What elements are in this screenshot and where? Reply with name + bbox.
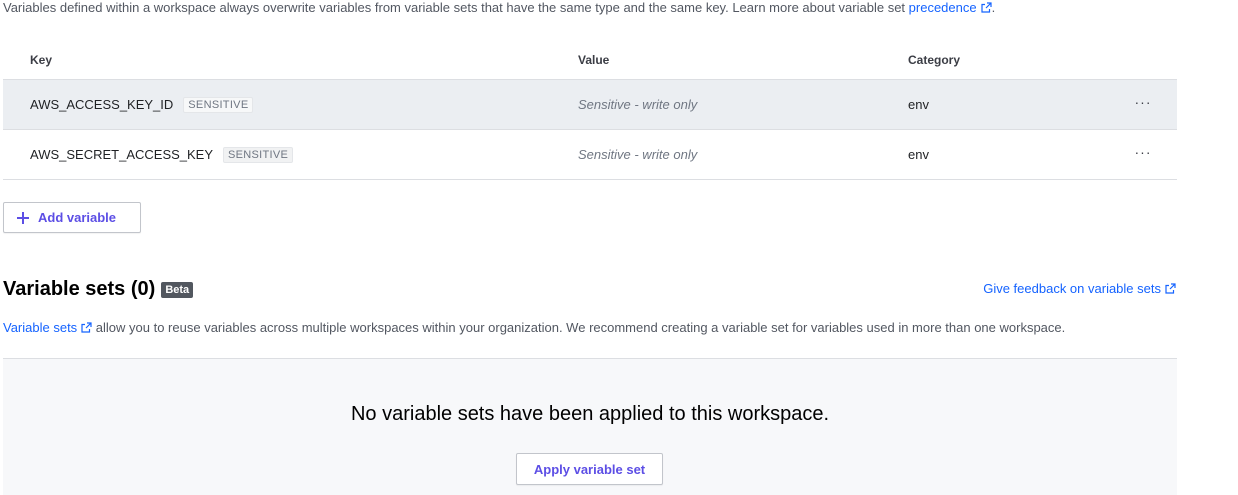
intro-suffix: . <box>991 0 996 15</box>
table-row[interactable]: AWS_ACCESS_KEY_ID SENSITIVE Sensitive - w… <box>3 80 1177 130</box>
variables-page: Variables defined within a workspace alw… <box>0 0 1238 495</box>
variable-key: AWS_ACCESS_KEY_ID <box>30 97 174 112</box>
variable-key: AWS_SECRET_ACCESS_KEY <box>30 147 214 162</box>
feedback-link[interactable]: Give feedback on variable sets <box>983 281 1176 296</box>
variable-sets-heading: Variable sets (0) Beta <box>3 278 194 301</box>
empty-state-message: No variable sets have been applied to th… <box>350 403 830 425</box>
apply-variable-set-button[interactable]: Apply variable set <box>516 453 663 485</box>
row-actions-menu-button[interactable]: ··· <box>1130 140 1156 164</box>
precedence-link[interactable]: precedence <box>909 0 992 15</box>
variable-sets-description-text: allow you to reuse variables across mult… <box>92 320 1066 335</box>
variable-value: Sensitive - write only <box>578 97 698 112</box>
header-category: Category <box>908 53 961 67</box>
external-link-icon <box>81 322 92 333</box>
external-link-icon <box>1165 283 1176 294</box>
variable-sets-title: Variable sets (0) <box>3 278 156 300</box>
variables-table: Key Value Category AWS_ACCESS_KEY_ID SENS… <box>3 38 1177 180</box>
variable-category: env <box>908 97 929 112</box>
intro-body: Variables defined within a workspace alw… <box>3 0 909 15</box>
header-value: Value <box>578 53 610 67</box>
table-row[interactable]: AWS_SECRET_ACCESS_KEY SENSITIVE Sensitive… <box>3 130 1177 180</box>
empty-state-panel: No variable sets have been applied to th… <box>3 359 1177 495</box>
key-cell: AWS_SECRET_ACCESS_KEY SENSITIVE <box>30 147 294 163</box>
variable-sets-description: Variable sets allow you to reuse variabl… <box>3 320 1065 335</box>
apply-variable-set-label: Apply variable set <box>533 461 646 477</box>
add-variable-label: Add variable <box>38 210 117 225</box>
variable-value: Sensitive - write only <box>578 147 698 162</box>
feedback-link-label: Give feedback on variable sets <box>983 281 1161 296</box>
variable-sets-docs-link[interactable]: Variable sets <box>3 320 92 335</box>
external-link-icon <box>981 2 992 13</box>
header-key: Key <box>30 53 53 67</box>
plus-icon <box>16 211 30 225</box>
row-actions-menu-button[interactable]: ··· <box>1130 90 1156 114</box>
intro-text: Variables defined within a workspace alw… <box>3 0 995 16</box>
variable-sets-docs-link-label: Variable sets <box>3 320 78 335</box>
add-variable-button[interactable]: Add variable <box>3 202 141 233</box>
beta-badge: Beta <box>161 282 194 298</box>
sensitive-badge: SENSITIVE <box>183 97 254 113</box>
precedence-link-label: precedence <box>908 0 977 15</box>
table-header: Key Value Category <box>3 38 1177 80</box>
key-cell: AWS_ACCESS_KEY_ID SENSITIVE <box>30 97 254 113</box>
sensitive-badge: SENSITIVE <box>223 147 294 163</box>
variable-category: env <box>908 147 929 162</box>
